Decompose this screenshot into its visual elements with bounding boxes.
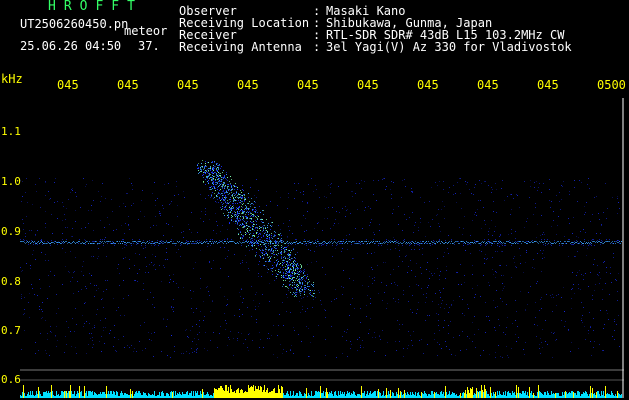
- time-tick: 0500: [597, 78, 626, 92]
- antenna-colon: :: [313, 40, 321, 54]
- file-name: UT2506260450.pn: [20, 17, 129, 31]
- time-tick: 045: [357, 78, 379, 92]
- spectrogram-canvas: [20, 98, 624, 398]
- time-tick: 045: [477, 78, 499, 92]
- time-axis: 045 045 045 045 045 045 045 045 045 0500: [0, 79, 629, 93]
- meteor-count: 37.: [138, 39, 160, 53]
- antenna-value: 3el Yagi(V) Az 330 for Vladivostok: [326, 40, 572, 54]
- freq-tick: 0.6: [1, 373, 21, 386]
- meteor-echo-trace: [197, 160, 315, 297]
- time-tick: 045: [57, 78, 79, 92]
- meteor-label: meteor: [124, 24, 168, 38]
- timestamp: 25.06.26 04:50: [20, 39, 122, 53]
- app-title: HROFFT: [48, 0, 143, 14]
- signal-level-bar: [20, 385, 622, 398]
- freq-tick: 1.1: [1, 125, 21, 138]
- time-tick: 045: [417, 78, 439, 92]
- hrofft-window: HROFFT UT2506260450.pn meteor 25.06.26 0…: [0, 0, 629, 400]
- time-tick: 045: [237, 78, 259, 92]
- time-tick: 045: [537, 78, 559, 92]
- freq-tick: 1.0: [1, 175, 21, 188]
- time-tick: 045: [177, 78, 199, 92]
- time-tick: 045: [117, 78, 139, 92]
- noise-field: [20, 178, 620, 358]
- freq-tick: 0.7: [1, 324, 21, 337]
- freq-tick: 0.8: [1, 275, 21, 288]
- freq-tick: 0.9: [1, 225, 21, 238]
- time-tick: 045: [297, 78, 319, 92]
- antenna-label: Receiving Antenna: [179, 40, 302, 54]
- carrier-signal-line: [20, 239, 622, 246]
